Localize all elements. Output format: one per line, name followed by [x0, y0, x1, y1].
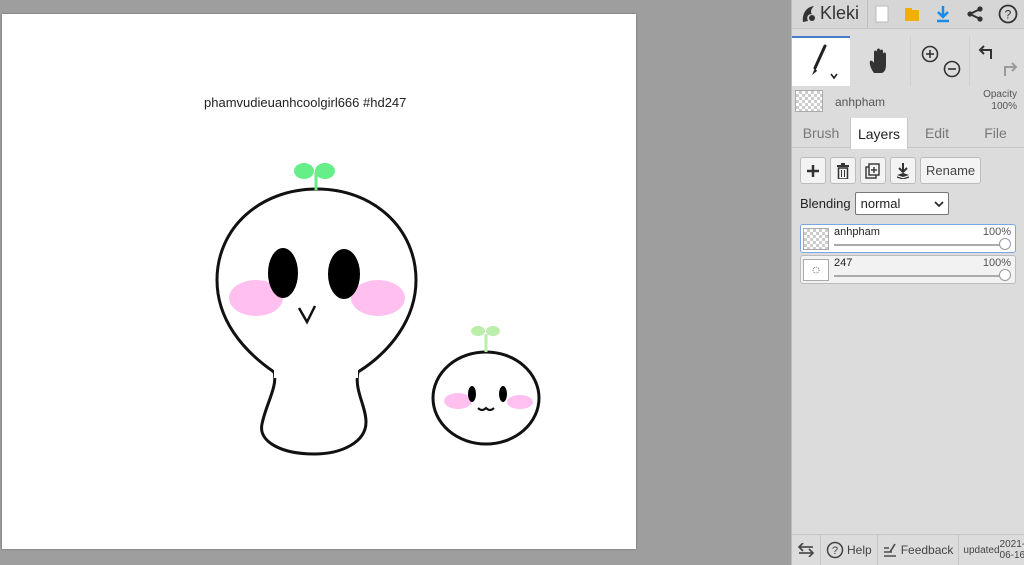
- share-icon: [967, 6, 983, 22]
- add-layer-icon: [807, 164, 819, 177]
- kleki-logo-icon: [802, 5, 815, 22]
- current-layer-thumbnail: [795, 90, 823, 112]
- undo-icon[interactable]: [978, 45, 992, 59]
- help-label: Help: [847, 543, 872, 557]
- help-icon: ?: [998, 4, 1018, 24]
- zoom-tools: [910, 36, 968, 86]
- download-button[interactable]: [928, 0, 958, 28]
- layer-opacity-track[interactable]: [834, 244, 1003, 246]
- current-layer-opacity[interactable]: Opacity 100%: [983, 89, 1017, 113]
- rename-layer-button[interactable]: Rename: [920, 157, 982, 184]
- layer-opacity-slider-knob[interactable]: [999, 238, 1011, 250]
- layer-name: 247: [834, 257, 853, 269]
- brush-tool[interactable]: [792, 36, 850, 86]
- svg-text:?: ?: [1005, 8, 1012, 22]
- layer-row-anhpham[interactable]: anhpham 100%: [800, 224, 1016, 253]
- merge-down-button[interactable]: [890, 157, 916, 184]
- merge-down-icon: [896, 162, 910, 179]
- duplicate-layer-icon: [865, 162, 880, 179]
- drawing-artwork: [215, 163, 541, 456]
- tab-file[interactable]: File: [966, 118, 1024, 148]
- zoom-out-icon[interactable]: [943, 60, 960, 78]
- share-button[interactable]: [960, 0, 990, 28]
- top-toolbar: Kleki ?: [792, 0, 1024, 29]
- delete-layer-icon: [837, 162, 849, 179]
- small-character: [431, 326, 541, 446]
- swap-icon: [797, 543, 815, 557]
- tab-layers[interactable]: Layers: [850, 118, 908, 149]
- updated-label: updated: [963, 544, 1000, 556]
- opacity-value: 100%: [991, 101, 1017, 112]
- blending-label: Blending: [800, 196, 851, 211]
- layer-opacity-slider-knob[interactable]: [999, 269, 1011, 281]
- help-button[interactable]: ? Help: [821, 534, 878, 565]
- updated-date: 2021-06-16: [999, 539, 1024, 561]
- add-layer-button[interactable]: [800, 157, 826, 184]
- swap-panel-button[interactable]: [792, 534, 821, 565]
- drawing-canvas[interactable]: phamvudieuanhcoolgirl666 #hd247: [2, 14, 636, 549]
- download-icon: [937, 6, 949, 23]
- new-file-icon: [875, 5, 889, 23]
- blending-value: normal: [860, 196, 901, 211]
- brush-icon: [812, 44, 838, 80]
- layer-row-247[interactable]: 247 100%: [800, 255, 1016, 284]
- save-icon: [905, 8, 919, 21]
- canvas-workspace[interactable]: phamvudieuanhcoolgirl666 #hd247: [0, 0, 791, 565]
- help-icon: ?: [826, 541, 844, 559]
- layer-actions: Rename: [800, 157, 982, 184]
- bottom-bar: ? Help Feedback updated 2021-06-16: [792, 534, 1024, 565]
- layer-opacity-track[interactable]: [834, 275, 1003, 277]
- feedback-label: Feedback: [900, 543, 954, 557]
- kleki-logo[interactable]: Kleki: [800, 3, 859, 24]
- duplicate-layer-button[interactable]: [860, 157, 886, 184]
- updated-info: updated 2021-06-16: [959, 535, 1024, 565]
- save-button[interactable]: [897, 0, 927, 28]
- current-layer-name: anhpham: [835, 95, 886, 109]
- current-layer-info: anhpham Opacity 100%: [792, 87, 1024, 117]
- tool-row: [792, 36, 1024, 86]
- layer-thumbnail: [803, 259, 829, 281]
- hand-icon: [869, 48, 886, 73]
- blending-control: Blending normal: [800, 192, 949, 215]
- panel-tabs: Brush Layers Edit File: [792, 118, 1024, 149]
- side-panel: Kleki ? anhpham Opacity 100% Brush Layer…: [791, 0, 1024, 565]
- hand-tool[interactable]: [851, 36, 909, 86]
- layer-thumbnail: [803, 228, 829, 250]
- undo-redo-tools: [969, 36, 1024, 86]
- opacity-label: Opacity: [983, 89, 1017, 100]
- redo-icon[interactable]: [1003, 62, 1017, 76]
- chevron-down-icon: [934, 200, 944, 207]
- feedback-icon: [883, 543, 896, 557]
- tab-brush[interactable]: Brush: [792, 118, 850, 148]
- zoom-in-icon[interactable]: [921, 45, 938, 63]
- delete-layer-button[interactable]: [830, 157, 856, 184]
- svg-text:?: ?: [832, 545, 838, 557]
- tab-edit[interactable]: Edit: [908, 118, 966, 148]
- layer-opacity-value: 100%: [982, 226, 1011, 238]
- layer-opacity-value: 100%: [982, 257, 1011, 269]
- help-top-button[interactable]: ?: [993, 0, 1023, 28]
- big-character: [215, 163, 418, 456]
- blending-select[interactable]: normal: [854, 192, 949, 215]
- new-file-button[interactable]: [867, 0, 897, 28]
- layer-name: anhpham: [834, 226, 880, 238]
- feedback-button[interactable]: Feedback: [878, 534, 960, 565]
- app-name: Kleki: [820, 3, 860, 23]
